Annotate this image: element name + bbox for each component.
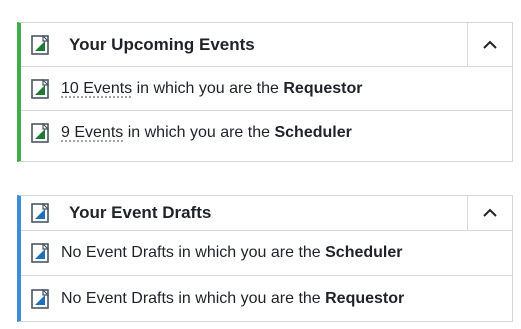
row-text: No Event Drafts in which you are the: [61, 244, 326, 261]
list-item: 10 Events in which you are the Requestor: [21, 67, 512, 111]
scheduler-events-link[interactable]: 9 Events: [61, 124, 123, 141]
event-drafts-collapse-button[interactable]: [467, 196, 512, 230]
upcoming-events-collapse-button[interactable]: [467, 23, 512, 66]
upcoming-events-title: Your Upcoming Events: [69, 34, 255, 54]
event-drafts-panel: Your Event Drafts No Event Drafts in whi…: [17, 195, 513, 322]
document-icon: [31, 288, 49, 309]
role-label: Scheduler: [325, 244, 403, 261]
event-drafts-header: Your Event Drafts: [21, 196, 512, 231]
event-drafts-title: Your Event Drafts: [69, 203, 212, 222]
document-icon: [31, 243, 49, 263]
clipped-top-content: [0, 0, 521, 14]
upcoming-events-header: Your Upcoming Events: [21, 23, 512, 67]
chevron-up-icon: [483, 40, 497, 49]
upcoming-events-panel: Your Upcoming Events 10 Events in which …: [17, 22, 513, 162]
role-label: Requestor: [325, 289, 405, 307]
document-icon: [31, 78, 49, 99]
list-item: 9 Events in which you are the Scheduler: [21, 111, 512, 155]
row-text: in which you are the: [132, 79, 284, 97]
list-item: No Event Drafts in which you are the Sch…: [21, 231, 512, 276]
requestor-events-link[interactable]: 10 Events: [61, 80, 132, 97]
role-label: Scheduler: [274, 124, 352, 141]
role-label: Requestor: [283, 79, 363, 97]
row-text: in which you are the: [123, 124, 275, 141]
row-text: No Event Drafts in which you are the: [61, 289, 326, 307]
document-icon: [31, 203, 49, 223]
document-icon: [31, 34, 49, 55]
chevron-up-icon: [483, 208, 497, 217]
document-icon: [31, 123, 49, 143]
list-item: No Event Drafts in which you are the Req…: [21, 276, 512, 321]
